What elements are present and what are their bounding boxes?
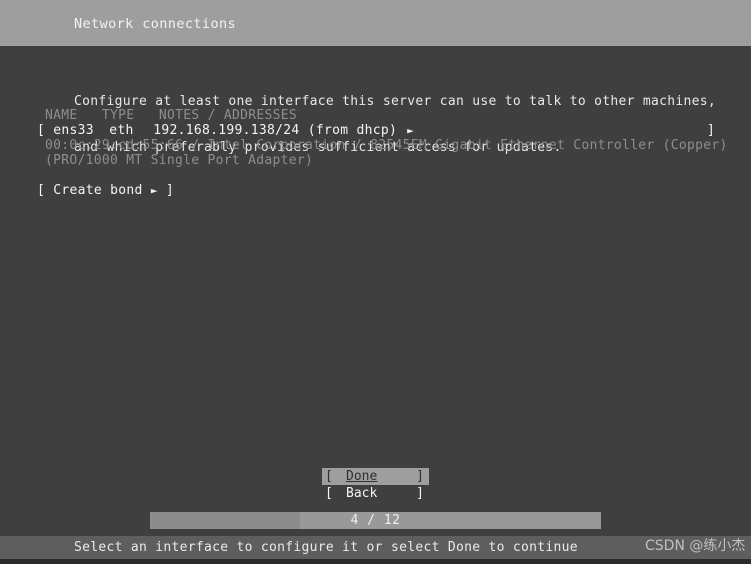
title-bar: Network connections [0, 0, 751, 46]
back-button-label: Back [346, 486, 378, 501]
interface-type: eth [109, 123, 134, 138]
page-title: Network connections [74, 16, 237, 32]
row-bracket-left: [ [37, 123, 46, 138]
row-bracket-right: ] [707, 123, 716, 138]
interface-detail-line-1: 00:0c:29:cd:55:66 / Intel Corporation / … [45, 138, 728, 153]
create-bond-action[interactable]: [ Create bond ► ] [37, 183, 174, 198]
interface-name: ens33 [53, 123, 94, 138]
expand-arrow-icon[interactable]: ► [407, 123, 414, 138]
column-header-notes: NOTES / ADDRESSES [158, 108, 297, 123]
button-group: [ Done ] [ Back ] [322, 468, 429, 502]
status-hint: Select an interface to configure it or s… [74, 540, 578, 555]
create-bond-bracket-right: ] [165, 183, 175, 198]
interface-detail-line-2: (PRO/1000 MT Single Port Adapter) [45, 153, 314, 168]
status-bar: Select an interface to configure it or s… [0, 536, 751, 559]
create-bond-arrow-icon: ► [150, 184, 158, 197]
column-header-type: TYPE [101, 108, 135, 123]
progress-bar-label: 4 / 12 [350, 513, 401, 528]
back-bracket-left: [ [325, 486, 333, 501]
watermark: CSDN @练小杰 [645, 538, 746, 554]
bottom-strip [0, 559, 751, 564]
create-bond-bracket-left: [ [37, 183, 46, 198]
table-row[interactable]: [ ens33 eth 192.168.199.138/24 (from dhcp)… [37, 123, 717, 138]
main-content: Configure at least one interface this se… [0, 46, 751, 536]
installer-screen: Network connections Configure at least o… [0, 0, 751, 564]
done-bracket-left: [ [325, 469, 333, 484]
done-bracket-right: ] [416, 469, 424, 484]
back-button[interactable]: [ Back ] [322, 485, 429, 502]
progress-bar: 4 / 12 [150, 512, 601, 529]
table-column-headers: NAME TYPE NOTES / ADDRESSES [45, 108, 297, 123]
create-bond-label: Create bond [53, 183, 143, 198]
interface-notes: 192.168.199.138/24 (from dhcp) [153, 123, 398, 138]
done-button-label: Done [346, 469, 378, 484]
done-button[interactable]: [ Done ] [322, 468, 429, 485]
back-bracket-right: ] [416, 486, 424, 501]
column-header-name: NAME [45, 108, 78, 123]
